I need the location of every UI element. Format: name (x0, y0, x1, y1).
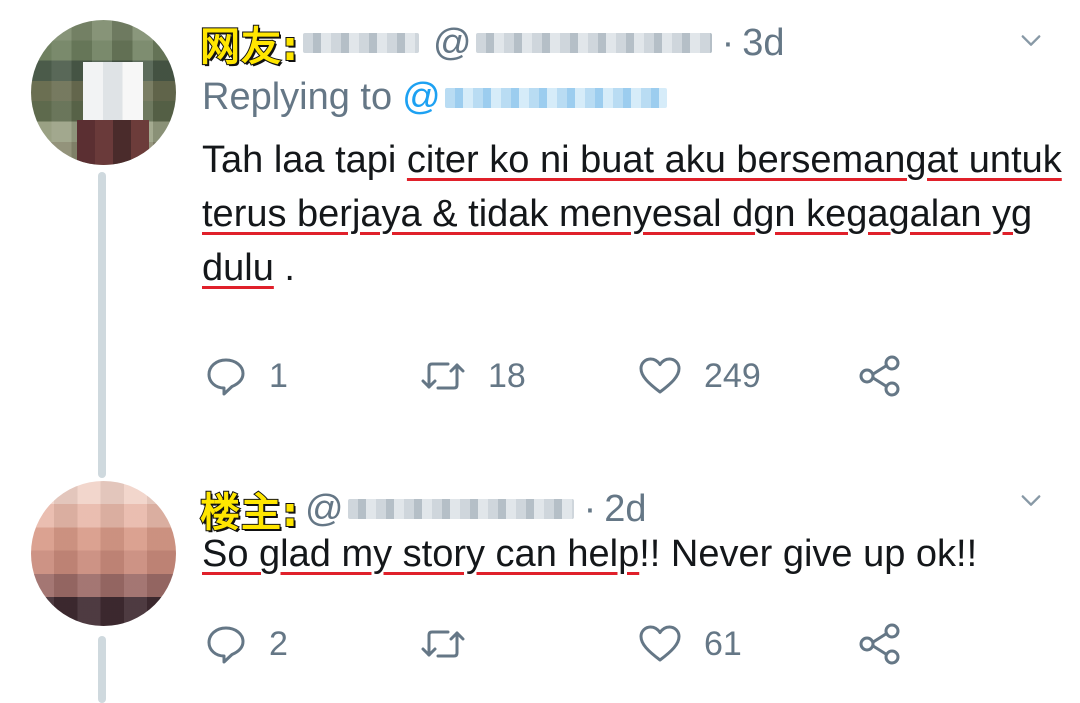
handle-prefix: @ (305, 487, 344, 530)
blurred-mention-handle (444, 87, 667, 108)
separator-dot: · (583, 487, 597, 530)
avatar-pixelated-body (77, 120, 149, 165)
like-button[interactable]: 61 (638, 624, 742, 664)
reply-mention[interactable]: @ (402, 76, 667, 119)
replying-to-label: Replying to (202, 76, 393, 118)
share-icon (859, 623, 900, 665)
blurred-display-name[interactable] (303, 33, 419, 53)
tweet-header: 网友: @ · 3d (199, 14, 785, 72)
handle-prefix: @ (433, 21, 472, 64)
reply-icon (207, 626, 245, 664)
avatar[interactable] (31, 20, 176, 165)
avatar-pixelated-face (83, 62, 143, 122)
replying-to: Replying to @ (202, 76, 667, 119)
chevron-down-icon[interactable] (1020, 490, 1042, 512)
tweet-item[interactable]: 网友: @ · 3d Replying to @ Tah laa tapi ci… (0, 0, 1080, 450)
separator-dot: · (721, 21, 735, 64)
reply-button[interactable]: 1 (205, 355, 288, 397)
timestamp[interactable]: 3d (742, 22, 784, 65)
tweet-text-underlined: So glad my story can help (202, 533, 640, 575)
annotation-label: 楼主: (199, 489, 299, 537)
blurred-handle[interactable] (475, 33, 712, 53)
reply-count: 2 (269, 624, 288, 663)
heart-icon (639, 357, 681, 394)
timestamp[interactable]: 2d (604, 488, 646, 531)
retweet-icon (421, 362, 465, 390)
tweet-text: So glad my story can help!! Never give u… (202, 527, 1062, 581)
retweet-count: 18 (488, 356, 526, 395)
tweet-text: Tah laa tapi citer ko ni buat aku bersem… (202, 133, 1062, 295)
share-button[interactable] (858, 355, 902, 397)
chevron-down-icon[interactable] (1020, 30, 1042, 52)
annotation-label: 网友: (199, 23, 299, 71)
tweet-text-plain: !! Never give up ok!! (639, 533, 978, 575)
share-button[interactable] (858, 623, 902, 665)
retweet-button[interactable]: 18 (420, 355, 526, 397)
reply-count: 1 (269, 356, 288, 395)
heart-icon (639, 625, 681, 662)
tweet-text-plain-end: . (273, 247, 295, 289)
share-icon (859, 355, 900, 397)
like-count: 249 (704, 356, 761, 395)
retweet-icon (421, 630, 465, 658)
like-button[interactable]: 249 (638, 356, 761, 396)
tweet-text-plain: Tah laa tapi (202, 139, 407, 181)
mention-prefix: @ (402, 76, 441, 118)
reply-button[interactable]: 2 (205, 623, 288, 665)
like-count: 61 (704, 624, 742, 663)
avatar[interactable] (31, 481, 176, 626)
reply-icon (207, 358, 245, 396)
blurred-handle[interactable] (347, 499, 574, 519)
retweet-button[interactable] (420, 623, 488, 665)
